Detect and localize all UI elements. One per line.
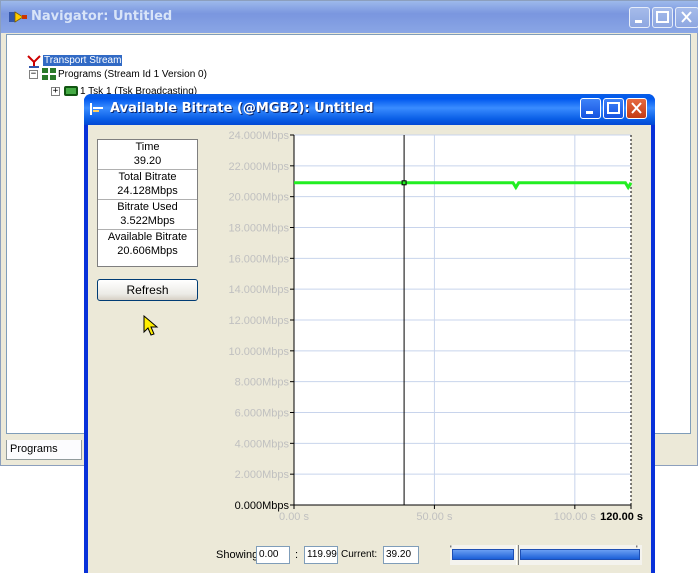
showing-start-field[interactable]: 0.00 xyxy=(256,546,290,564)
tree-item-label: Transport Stream xyxy=(43,55,123,66)
available-bitrate-value: 20.606Mbps xyxy=(117,245,178,257)
showing-label: Showing: xyxy=(216,549,262,561)
slider-thumb[interactable] xyxy=(516,545,519,565)
slider-range-left[interactable] xyxy=(452,549,514,560)
tab-programs[interactable]: Programs xyxy=(6,440,82,460)
time-label: Time xyxy=(135,141,160,153)
bitrate-used-value: 3.522Mbps xyxy=(120,215,175,227)
mouse-pointer-icon xyxy=(143,315,159,336)
tree-item-label: Programs (Stream Id 1 Version 0) xyxy=(58,69,207,80)
close-button[interactable] xyxy=(626,98,647,119)
bitrate-window-body: Time 39.20 Total Bitrate 24.128Mbps Bitr… xyxy=(88,125,651,573)
close-icon xyxy=(681,11,692,23)
y-tick-label: 18.000Mbps xyxy=(228,223,289,235)
y-tick-label: 6.000Mbps xyxy=(235,408,290,420)
close-button[interactable] xyxy=(675,7,698,28)
maximize-button[interactable] xyxy=(652,7,673,28)
bitrate-used-label: Bitrate Used xyxy=(117,201,178,213)
refresh-button[interactable]: Refresh xyxy=(97,279,198,301)
series-dip-point xyxy=(514,185,518,189)
y-tick-label: 12.000Mbps xyxy=(228,315,289,327)
y-tick-label: 4.000Mbps xyxy=(235,438,290,450)
bitrate-stats-panel: Time 39.20 Total Bitrate 24.128Mbps Bitr… xyxy=(97,139,198,267)
tree-item-transport-stream[interactable]: Transport Stream xyxy=(43,54,123,67)
x-tick-label: 100.00 s xyxy=(554,511,597,523)
x-tick-label: 50.00 s xyxy=(416,511,453,523)
total-bitrate-value: 24.128Mbps xyxy=(117,185,178,197)
maximize-icon xyxy=(607,102,620,114)
total-bitrate-label: Total Bitrate xyxy=(118,171,177,183)
current-label: Current: xyxy=(341,549,378,560)
slider-range-right[interactable] xyxy=(520,549,640,560)
showing-end-field[interactable]: 119.99 xyxy=(304,546,338,564)
programs-icon xyxy=(42,68,56,80)
bitrate-title-bar[interactable]: Available Bitrate (@MGB2): Untitled xyxy=(84,94,655,125)
minimize-icon xyxy=(635,20,642,23)
close-icon xyxy=(631,102,642,114)
yellow-arrow-icon xyxy=(9,11,27,23)
bitrate-window-title: Available Bitrate (@MGB2): Untitled xyxy=(110,101,374,116)
chart-window-icon xyxy=(90,103,103,115)
tree-item-programs[interactable]: Programs (Stream Id 1 Version 0) xyxy=(58,68,207,81)
y-tick-label: 22.000Mbps xyxy=(228,161,289,173)
range-separator: : xyxy=(295,549,299,561)
minimize-icon xyxy=(586,111,593,114)
time-range-slider[interactable]: ' ' xyxy=(450,545,642,565)
y-tick-label: 14.000Mbps xyxy=(228,284,289,296)
bitrate-chart[interactable]: 0.000Mbps2.000Mbps4.000Mbps6.000Mbps8.00… xyxy=(206,125,651,535)
navigator-title-bar[interactable]: Navigator: Untitled xyxy=(1,1,698,33)
y-tick-label: 16.000Mbps xyxy=(228,253,289,265)
y-tick-label: 10.000Mbps xyxy=(228,346,289,358)
y-tick-label: 20.000Mbps xyxy=(228,192,289,204)
y-tick-label: 2.000Mbps xyxy=(235,469,290,481)
transport-stream-icon xyxy=(27,55,41,68)
current-field[interactable]: 39.20 xyxy=(383,546,419,564)
time-value: 39.20 xyxy=(133,155,162,167)
minimize-button[interactable] xyxy=(580,98,601,119)
minimize-button[interactable] xyxy=(629,7,650,28)
expand-icon[interactable]: + xyxy=(51,87,60,96)
series-dip-point xyxy=(626,185,630,189)
program-icon xyxy=(64,86,78,96)
x-tick-label: 120.00 s xyxy=(600,511,643,523)
maximize-button[interactable] xyxy=(603,98,624,119)
maximize-icon xyxy=(656,11,669,23)
collapse-icon[interactable]: − xyxy=(29,70,38,79)
x-tick-label: 0.00 s xyxy=(279,511,309,523)
y-tick-label: 8.000Mbps xyxy=(235,377,290,389)
y-tick-label: 24.000Mbps xyxy=(228,130,289,142)
navigator-title: Navigator: Untitled xyxy=(31,9,173,24)
bitrate-window: Available Bitrate (@MGB2): Untitled Time… xyxy=(84,94,655,573)
available-bitrate-label: Available Bitrate xyxy=(107,231,188,243)
